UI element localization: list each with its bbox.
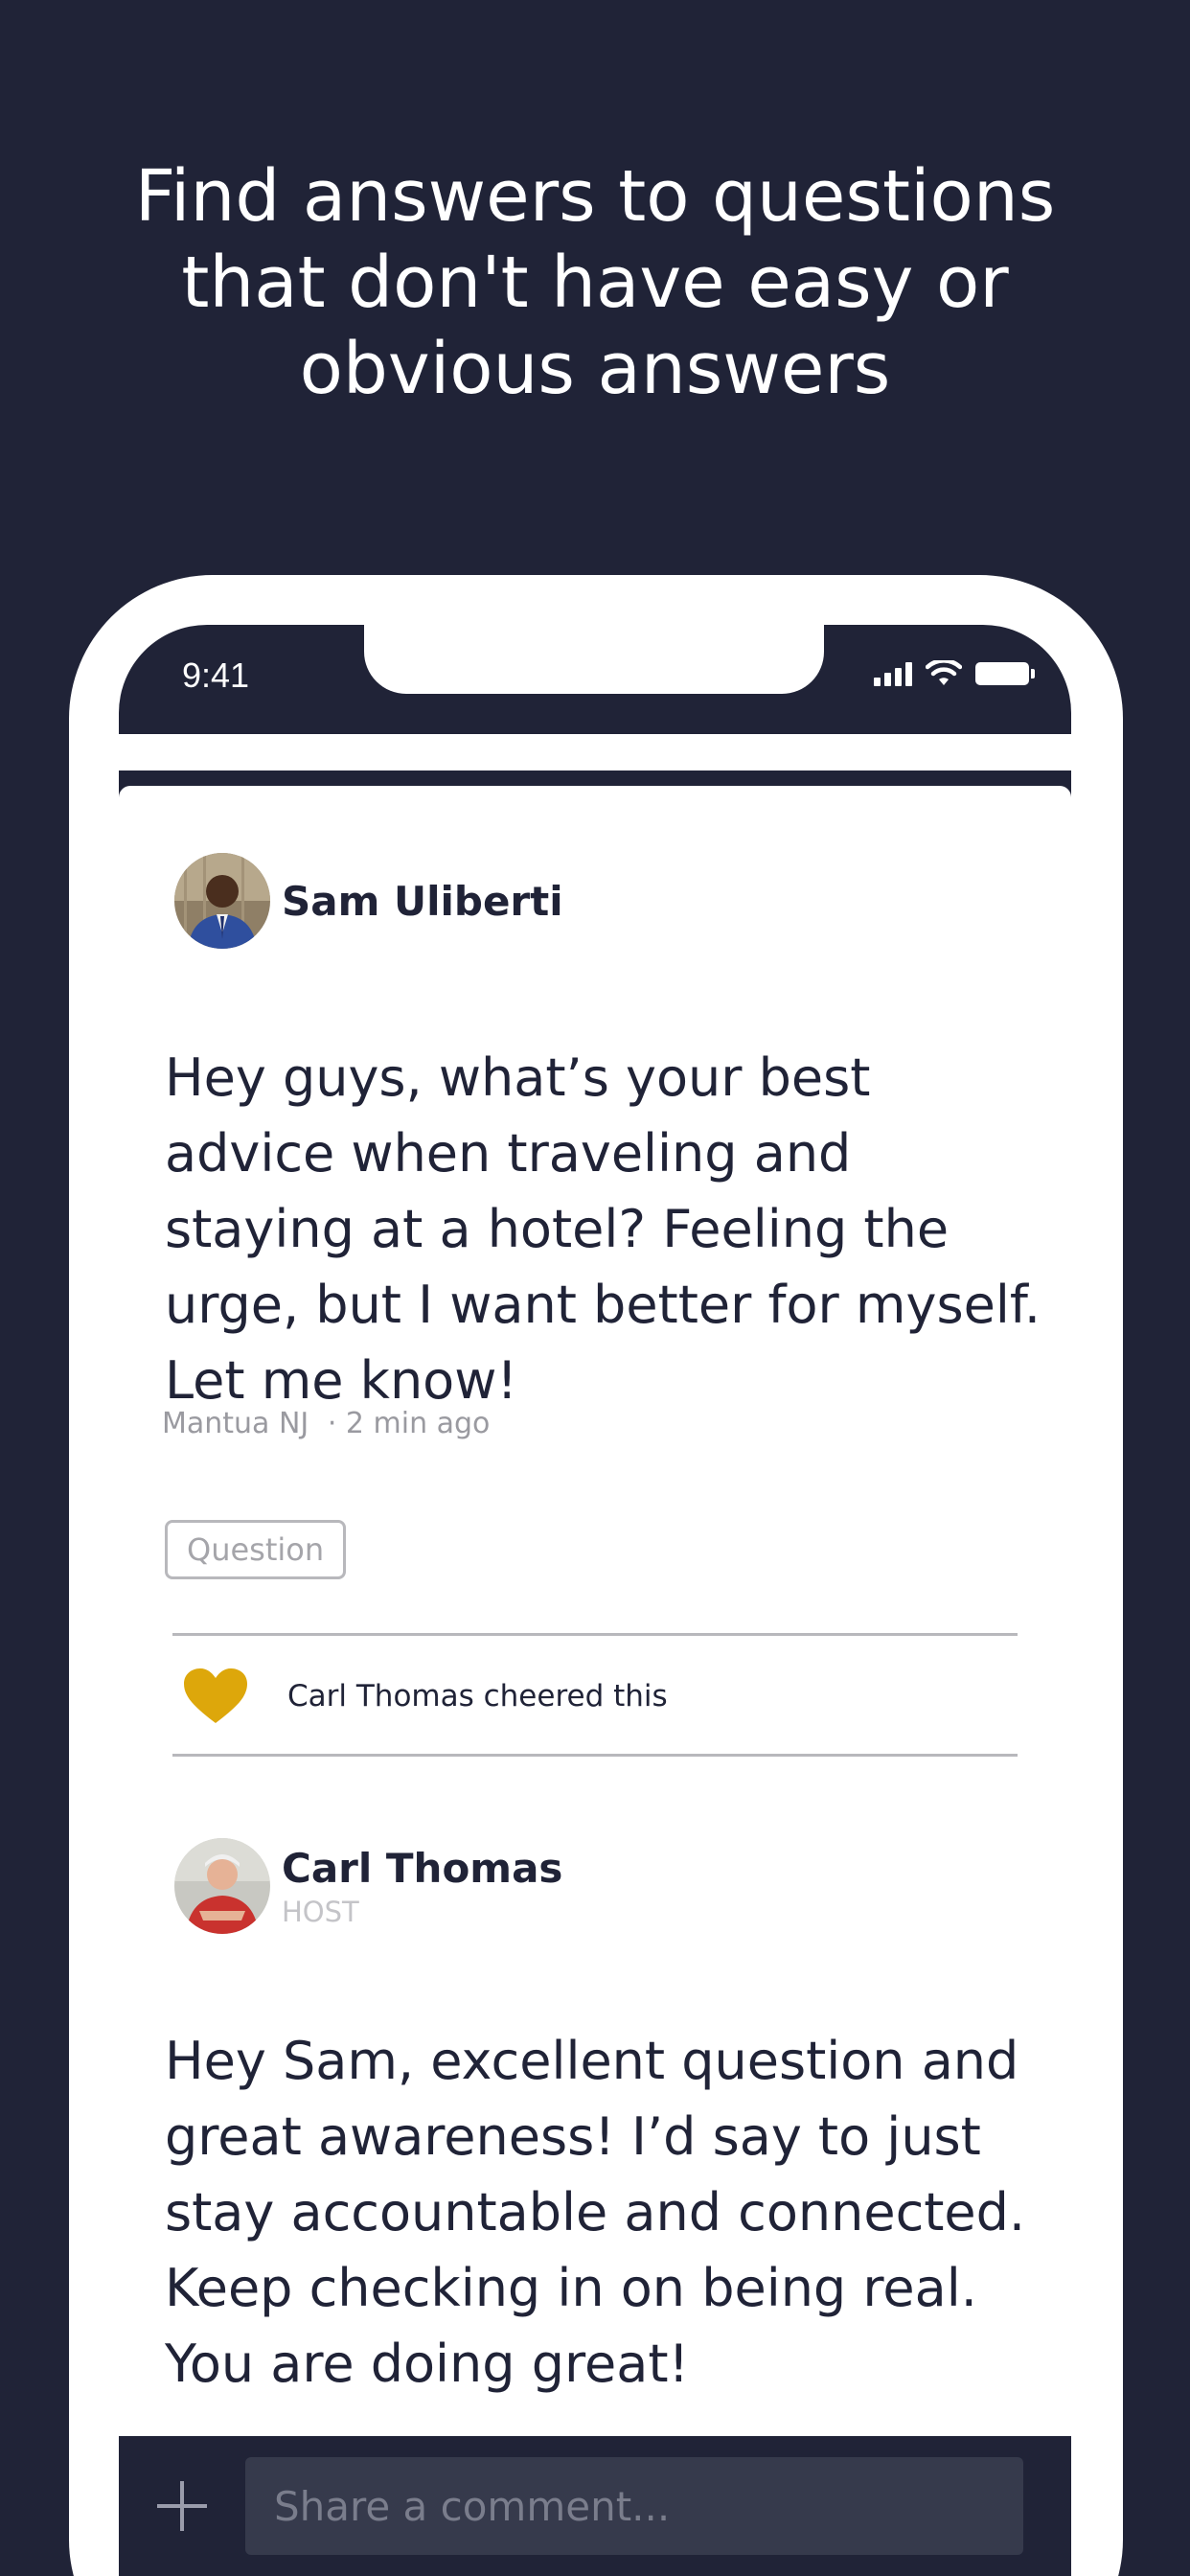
post-time: · 2 min ago (327, 1407, 491, 1440)
comment-bar (119, 2436, 1071, 2576)
avatar[interactable] (174, 853, 270, 949)
status-icons (874, 659, 1035, 688)
reply-author[interactable]: Carl Thomas HOST (174, 1838, 562, 1934)
battery-icon (975, 662, 1035, 685)
headline: Find answers to questions that don't hav… (134, 155, 1056, 410)
question-tag[interactable]: Question (165, 1520, 347, 1579)
role-badge: HOST (282, 1895, 359, 1928)
plus-icon[interactable] (155, 2479, 209, 2533)
signal-icon (874, 661, 912, 686)
cheer-row[interactable]: Carl Thomas cheered this (182, 1668, 668, 1725)
comment-input[interactable] (245, 2457, 1023, 2555)
post-body: Hey guys, what’s your best advice when t… (165, 1047, 1041, 1411)
reply-body: Hey Sam, excellent question and great aw… (165, 2031, 1026, 2394)
heart-icon[interactable] (182, 1668, 249, 1725)
previous-card-edge (119, 734, 1071, 770)
avatar[interactable] (174, 1838, 270, 1934)
post-meta: Mantua NJ · 2 min ago (162, 1407, 490, 1440)
divider (172, 1633, 1018, 1636)
add-attachment-button[interactable] (119, 2436, 245, 2576)
post-location: Mantua NJ (162, 1407, 309, 1440)
post-author[interactable]: Sam Uliberti (174, 853, 563, 949)
author-name[interactable]: Carl Thomas (282, 1845, 562, 1892)
wifi-icon (926, 660, 962, 685)
cheer-text: Carl Thomas cheered this (287, 1679, 668, 1714)
author-name[interactable]: Sam Uliberti (282, 878, 563, 925)
divider (172, 1754, 1018, 1757)
status-time: 9:41 (182, 656, 250, 695)
phone-notch (364, 625, 824, 694)
